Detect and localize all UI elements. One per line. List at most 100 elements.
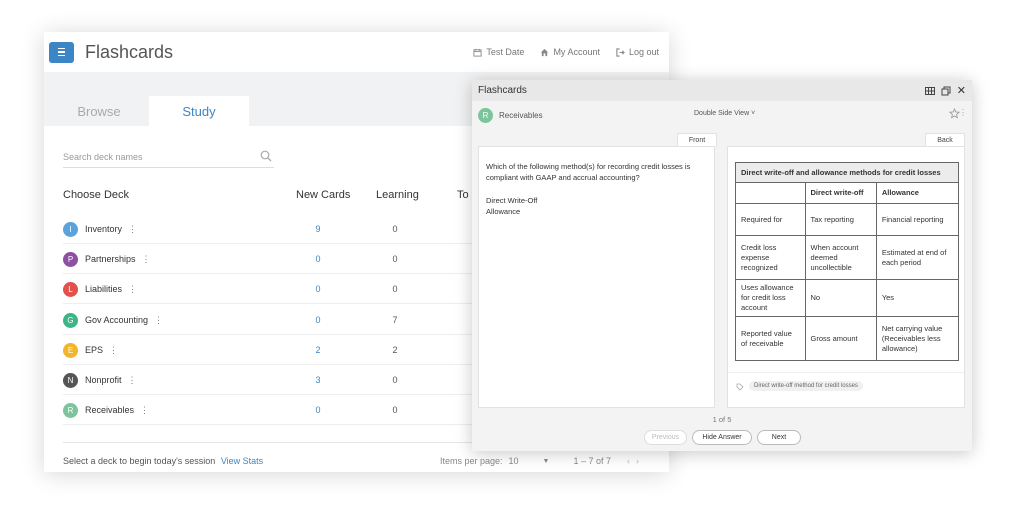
footer-message: Select a deck to begin today's session V… [63,456,263,466]
test-date-link[interactable]: Test Date [473,47,524,57]
deck-name[interactable]: EPS ⋮ [85,345,118,356]
hide-answer-button[interactable]: Hide Answer [692,430,752,445]
table-cell: Yes [875,279,960,317]
deck-avatar: R [63,403,78,419]
deck-avatar: P [63,252,78,268]
deck-row[interactable]: G Gov Accounting ⋮ 0 7 [63,305,483,335]
deck-new-count[interactable]: 0 [312,254,324,264]
tag-icon [736,383,744,391]
deck-more-icon[interactable]: ⋮ [128,284,137,294]
choose-deck-header: Choose Deck [63,189,130,201]
tag-chip[interactable]: Direct write-off method for credit losse… [749,381,863,391]
close-icon[interactable]: ✕ [957,85,966,96]
table-row: Uses allowance for credit loss account N… [735,279,960,317]
deck-name[interactable]: Partnerships ⋮ [85,254,151,265]
prev-page-icon[interactable]: ‹ [627,456,630,466]
deck-row[interactable]: E EPS ⋮ 2 2 [63,335,483,365]
previous-button[interactable]: Previous [644,430,687,445]
card-back: Direct write-off and allowance methods f… [727,146,965,408]
deck-name-label: Receivables [85,405,135,416]
deck-new-count[interactable]: 0 [312,405,324,415]
card-front: Which of the following method(s) for rec… [478,146,715,408]
deck-name-label: Partnerships [85,254,136,265]
logout-icon [616,47,625,57]
view-mode-dropdown[interactable]: Double Side View ˅ [694,110,755,117]
my-account-link[interactable]: My Account [540,47,600,57]
table-header-cell [735,182,806,204]
search-input[interactable]: Search deck names [63,146,274,168]
deck-more-icon[interactable]: ⋮ [140,405,149,415]
deck-row[interactable]: R Receivables ⋮ 0 0 [63,395,483,426]
table-caption: Direct write-off and allowance methods f… [735,162,959,183]
deck-name[interactable]: Inventory ⋮ [85,224,137,235]
app-header: Flashcards Test Date My Account Log out [44,32,669,72]
view-stats-link[interactable]: View Stats [221,456,263,466]
deck-name[interactable]: Receivables ⋮ [85,405,149,416]
chevron-down-icon[interactable]: ▼ [543,458,550,465]
deck-more-icon[interactable]: ⋮ [128,375,137,385]
deck-new-count[interactable]: 3 [312,375,324,385]
deck-new-count[interactable]: 0 [312,315,324,325]
deck-name-label: EPS [85,344,104,355]
table-cell: Reported value of receivable [735,316,806,361]
table-cell: Net carrying value (Receivables less all… [875,316,960,361]
deck-row[interactable]: I Inventory ⋮ 9 0 [63,214,483,244]
home-icon [541,48,549,56]
grid-icon[interactable] [924,86,935,96]
deck-more-icon[interactable]: ⋮ [154,315,163,325]
next-page-icon[interactable]: › [636,456,639,466]
deck-row[interactable]: P Partnerships ⋮ 0 0 [63,244,483,275]
deck-name[interactable]: Gov Accounting ⋮ [85,315,163,326]
table-cell: Required for [735,203,806,236]
test-date-label: Test Date [486,47,525,57]
deck-name-label: Liabilities [85,284,123,295]
card-answer-options: Direct Write-Off Allowance [486,195,537,217]
card-tags: Direct write-off method for credit losse… [728,372,964,409]
flashcard-window: Flashcards ✕ R Receivables Double Side V… [472,80,972,451]
more-options-icon[interactable]: ⋮ [959,108,967,117]
deck-new-count[interactable]: 9 [312,224,324,234]
deck-name[interactable]: Liabilities ⋮ [85,284,137,295]
table-cell: Credit loss expense recognized [735,235,806,280]
card-question: Which of the following method(s) for rec… [486,162,691,182]
table-cell: No [804,279,877,317]
table-row: Credit loss expense recognized When acco… [735,235,960,280]
table-header-cell: Direct write-off [804,182,877,204]
to-review-header: To [457,189,469,201]
deck-new-count[interactable]: 0 [312,284,324,294]
deck-more-icon[interactable]: ⋮ [109,345,118,355]
deck-new-count[interactable]: 2 [312,345,324,355]
new-cards-header: New Cards [296,189,351,201]
menu-button[interactable] [49,41,74,63]
tab-browse[interactable]: Browse [49,96,149,126]
deck-learning-count: 2 [392,344,398,355]
answer-table: Direct write-off and allowance methods f… [735,162,960,361]
deck-name-label: Gov Accounting [85,314,149,325]
deck-name[interactable]: Nonprofit ⋮ [85,375,137,386]
restore-window-icon[interactable] [941,86,951,96]
deck-row[interactable]: N Nonprofit ⋮ 3 0 [63,365,483,395]
next-button[interactable]: Next [757,430,801,445]
deck-name: Receivables [499,110,543,120]
card-counter: 1 of 5 [712,415,732,424]
items-per-page-label: Items per page: [440,456,503,466]
answer-option: Allowance [486,207,521,216]
table-cell: Estimated at end of each period [875,235,960,280]
front-label: Front [677,133,717,147]
search-icon[interactable] [260,150,272,162]
deck-learning-count: 0 [392,405,398,416]
table-cell: When account deemed uncollectible [804,235,877,280]
deck-row[interactable]: L Liabilities ⋮ 0 0 [63,274,483,305]
deck-more-icon[interactable]: ⋮ [142,254,151,264]
deck-more-icon[interactable]: ⋮ [128,224,137,234]
log-out-link[interactable]: Log out [616,47,659,57]
flashcard-titlebar: Flashcards ✕ [472,80,972,101]
tab-study[interactable]: Study [149,96,249,126]
learning-header: Learning [376,189,419,201]
deck-learning-count: 0 [392,224,398,234]
items-per-page-select[interactable]: 10 [509,456,537,466]
deck-avatar: G [63,312,78,328]
deck-avatar: L [63,282,78,298]
table-cell: Uses allowance for credit loss account [735,279,806,317]
my-account-label: My Account [553,47,600,57]
